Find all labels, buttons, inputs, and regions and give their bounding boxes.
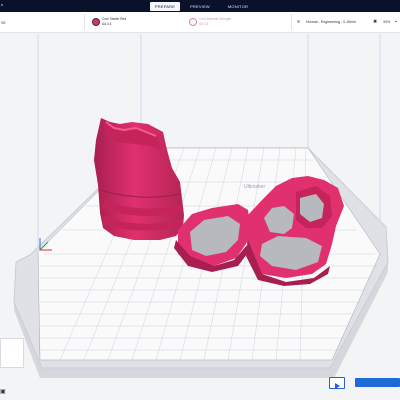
support-icon: ✖ xyxy=(373,19,378,25)
print-setup-toolbar: S5 Core Starter Red AA 0.4 Core Material… xyxy=(0,12,400,33)
build-plate-logo: Ultimaker xyxy=(244,184,265,190)
support-percentage: 40% xyxy=(383,20,391,24)
top-bar: n PREPARE PREVIEW MONITOR xyxy=(0,0,400,12)
divider xyxy=(84,14,85,30)
view-icon[interactable]: ▣ xyxy=(0,388,8,396)
tab-monitor[interactable]: MONITOR xyxy=(222,2,254,11)
tab-preview[interactable]: PREVIEW xyxy=(186,2,214,11)
extruder-1-core: AA 0.4 xyxy=(102,22,112,26)
divider xyxy=(291,14,292,30)
play-icon xyxy=(335,383,340,389)
extruder-1-material[interactable]: Core Starter Red xyxy=(102,17,126,21)
preview-button[interactable] xyxy=(329,377,345,389)
extruder-2-core: AA 0.4 xyxy=(199,22,209,26)
extruder-1-icon[interactable] xyxy=(92,18,100,26)
build-volume-viewport[interactable]: Ultimaker xyxy=(0,33,400,400)
extruder-2-icon[interactable] xyxy=(189,18,197,26)
printer-selector[interactable]: S5 xyxy=(1,21,5,25)
tab-prepare[interactable]: PREPARE xyxy=(150,2,180,11)
app-title-stub: n xyxy=(1,2,4,7)
print-profile-label[interactable]: Normal - Engineering - 0.15mm xyxy=(306,20,356,24)
sliders-icon[interactable]: ☰ xyxy=(297,20,300,24)
slice-button[interactable] xyxy=(355,378,400,387)
extruder-2-material[interactable]: Core Material Strength xyxy=(199,17,231,21)
object-list-panel[interactable] xyxy=(0,338,24,368)
adhesion-icon: ▪ xyxy=(395,19,397,25)
